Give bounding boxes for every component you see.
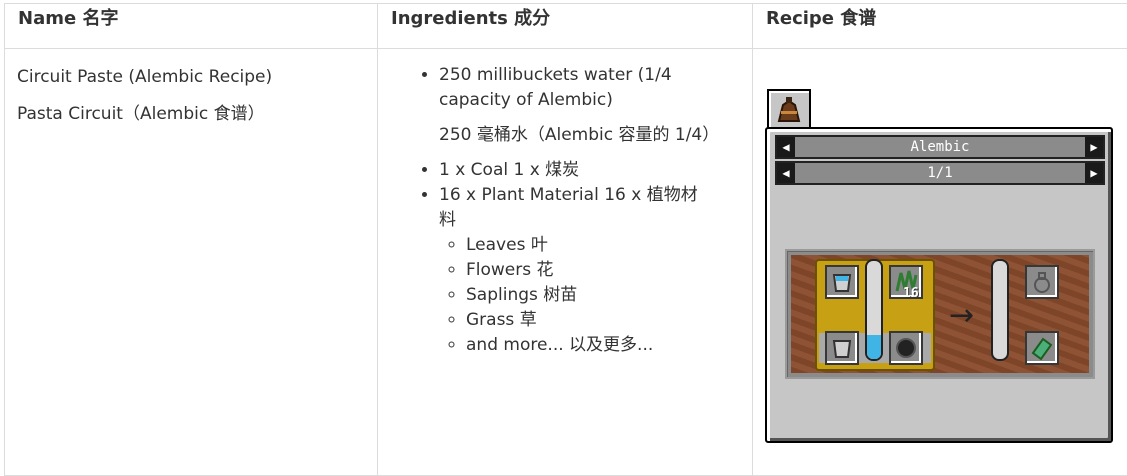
- machine-name: Alembic: [910, 139, 969, 155]
- circuit-paste-icon: [1027, 333, 1057, 363]
- plant-count: 16: [903, 279, 919, 309]
- prev-machine-button[interactable]: ◀: [777, 137, 795, 157]
- next-machine-button[interactable]: ▶: [1085, 137, 1103, 157]
- recipe-frame: 16 →: [785, 249, 1095, 379]
- coal-icon: [891, 333, 921, 363]
- alembic-tab[interactable]: [767, 89, 811, 131]
- water-level-fill: [867, 335, 881, 360]
- circuit-paste-output-slot[interactable]: [1025, 331, 1059, 365]
- page-selector-bar: ◀ 1/1 ▶: [775, 161, 1105, 185]
- plant-input-slot[interactable]: 16: [889, 265, 923, 299]
- water-bucket-icon: [827, 267, 857, 297]
- ingredients-list: 250 millibuckets water (1/4 capacity of …: [406, 63, 712, 358]
- prev-page-button[interactable]: ◀: [777, 163, 795, 183]
- bottle-input-slot[interactable]: [1025, 265, 1059, 299]
- recipe-background: 16 →: [791, 255, 1089, 373]
- bucket-output-slot[interactable]: [825, 331, 859, 365]
- list-item: Grass 草: [466, 308, 712, 333]
- name-english: Circuit Paste (Alembic Recipe): [17, 65, 365, 90]
- empty-bucket-icon: [827, 333, 857, 363]
- ingredient-water: 250 millibuckets water (1/4 capacity of …: [439, 65, 672, 110]
- gui-panel: ◀ Alembic ▶ ◀ 1/1 ▶: [765, 127, 1113, 443]
- ingredient-water-translation: 250 毫桶水（Alembic 容量的 1/4）: [439, 123, 712, 148]
- process-arrow-icon: →: [949, 301, 974, 331]
- header-recipe: Recipe 食谱: [753, 4, 1127, 49]
- alembic-tab-icon: [769, 91, 809, 131]
- coal-input-slot[interactable]: [889, 331, 923, 365]
- recipe-table: Name 名字 Ingredients 成分 Recipe 食谱 Circuit…: [4, 3, 1127, 476]
- water-tank-gauge: [865, 259, 883, 361]
- list-item: 250 millibuckets water (1/4 capacity of …: [439, 63, 712, 148]
- empty-bottle-icon: [1027, 267, 1057, 297]
- list-item: Saplings 树苗: [466, 283, 712, 308]
- list-item: 16 x Plant Material 16 x 植物材料 Leaves 叶 F…: [439, 183, 712, 358]
- table-row: Circuit Paste (Alembic Recipe) Pasta Cir…: [5, 49, 1127, 476]
- name-chinese: Pasta Circuit（Alembic 食谱）: [17, 102, 365, 127]
- header-name: Name 名字: [5, 4, 378, 49]
- name-cell: Circuit Paste (Alembic Recipe) Pasta Cir…: [5, 49, 378, 476]
- list-item: Flowers 花: [466, 258, 712, 283]
- list-item: 1 x Coal 1 x 煤炭: [439, 158, 712, 183]
- plant-sublist: Leaves 叶 Flowers 花 Saplings 树苗 Grass 草 a…: [439, 233, 712, 358]
- list-item: Leaves 叶: [466, 233, 712, 258]
- ingredients-cell: 250 millibuckets water (1/4 capacity of …: [378, 49, 753, 476]
- water-input-slot[interactable]: [825, 265, 859, 299]
- ingredient-plant: 16 x Plant Material 16 x 植物材料: [439, 185, 698, 230]
- recipe-gui: ◀ Alembic ▶ ◀ 1/1 ▶: [753, 49, 1127, 459]
- next-page-button[interactable]: ▶: [1085, 163, 1103, 183]
- header-ingredients: Ingredients 成分: [378, 4, 753, 49]
- machine-selector-bar: ◀ Alembic ▶: [775, 135, 1105, 159]
- output-tank-gauge: [991, 259, 1009, 361]
- list-item: and more... 以及更多...: [466, 333, 712, 358]
- recipe-cell: ◀ Alembic ▶ ◀ 1/1 ▶: [753, 49, 1127, 476]
- ingredient-coal: 1 x Coal 1 x 煤炭: [439, 160, 579, 180]
- page-indicator: 1/1: [927, 165, 952, 181]
- header-row: Name 名字 Ingredients 成分 Recipe 食谱: [5, 4, 1127, 49]
